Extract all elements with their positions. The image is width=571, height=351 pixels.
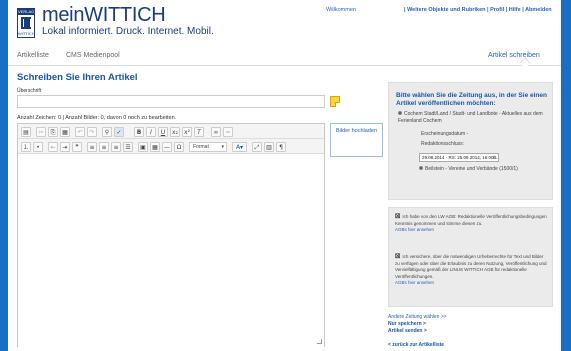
horizontal-rule-icon[interactable]: —	[162, 142, 172, 152]
nav-item-artikelliste[interactable]: Artikelliste	[17, 52, 49, 59]
save-only-link[interactable]: Nur speichern >	[388, 321, 426, 327]
title-label: Überschrift	[17, 88, 42, 94]
copy-icon[interactable]: ⎘	[48, 127, 58, 137]
terms-panel: ☒ Ich habe von den LW AGB: Redaktionelle …	[388, 207, 553, 307]
outdent-icon[interactable]: ⇤	[48, 142, 58, 152]
newspaper-prompt: Bitte wählen Sie die Zeitung aus, in der…	[396, 92, 547, 107]
image-icon[interactable]: ▣	[138, 142, 148, 152]
subscript-icon[interactable]: x₂	[170, 127, 180, 137]
newspaper-option-cochem[interactable]: Cochem Stadt/Land / Stadt- und Landbote …	[398, 111, 548, 125]
numbered-list-icon[interactable]: ⒈	[21, 142, 31, 152]
checkbox-checked-icon[interactable]: ☒	[395, 254, 400, 260]
logo-bottom-text: WITTICH	[18, 31, 35, 36]
align-center-icon[interactable]: ≡	[99, 142, 109, 152]
agb-checkbox-row[interactable]: ☒ Ich habe von den LW AGB: Redaktionelle …	[395, 214, 547, 234]
text-color-icon[interactable]: A▾	[232, 142, 247, 152]
active-tab-pointer	[519, 57, 531, 69]
blockquote-icon[interactable]: ❞	[72, 142, 82, 152]
title-input[interactable]	[17, 95, 325, 108]
spellcheck-icon[interactable]: ✓	[114, 127, 124, 137]
top-links[interactable]: | Weitere Objekte und Rubriken | Profil …	[404, 7, 552, 13]
page: VERLAG WITTICH meinWITTICH Lokal informi…	[8, 0, 561, 351]
newspaper-option-beilstein[interactable]: Beilstein - Vereine und Verbände (1500/1…	[419, 166, 518, 173]
underline-icon[interactable]: U	[158, 127, 168, 137]
source-icon[interactable]: ▤	[21, 127, 31, 137]
editor-toolbar-row-2: ⒈ • ⇤ ⇥ ❞ ≡ ≡ ≡ ☰ ▣ ▦ — Ω Format ▾ A▾ ⤢ ▥…	[18, 139, 324, 154]
unlink-icon[interactable]: ≈	[223, 127, 233, 137]
justify-icon[interactable]: ☰	[123, 142, 133, 152]
rights-agb-link[interactable]: AGBs hier ansehen	[395, 280, 434, 285]
align-right-icon[interactable]: ≡	[111, 142, 121, 152]
brand-name[interactable]: meinWITTICH	[42, 4, 166, 26]
link-icon[interactable]: ∞	[211, 127, 221, 137]
indent-icon[interactable]: ⇥	[60, 142, 70, 152]
logo-top-text: VERLAG	[18, 9, 35, 15]
rights-checkbox-row[interactable]: ☒ Ich versichere, über die notwendigen Ur…	[395, 254, 547, 287]
newspaper-option-cochem-label: Cochem Stadt/Land / Stadt- und Landbote …	[398, 111, 543, 124]
superscript-icon[interactable]: x²	[182, 127, 192, 137]
bold-icon[interactable]: B	[134, 127, 144, 137]
chevron-down-icon: ⇕	[492, 155, 496, 160]
remove-format-icon[interactable]: T	[194, 127, 204, 137]
tagline: Lokal informiert. Druck. Internet. Mobil…	[42, 26, 214, 37]
release-date-label: Erscheinungsdatum -	[421, 131, 469, 137]
format-select[interactable]: Format ▾	[189, 142, 227, 152]
nav-item-cms-medienpool[interactable]: CMS Medienpool	[66, 52, 120, 59]
verlag-wittich-logo[interactable]: VERLAG WITTICH	[17, 8, 35, 38]
deadline-label: Redaktionsschluss:	[421, 141, 465, 147]
agb-text: Ich habe von den LW AGB: Redaktionelle V…	[395, 214, 547, 226]
table-icon[interactable]: ▦	[150, 142, 160, 152]
header: VERLAG WITTICH meinWITTICH Lokal informi…	[8, 0, 561, 44]
resize-handle-icon[interactable]	[317, 339, 322, 344]
newspaper-selection-panel: Bitte wählen Sie die Zeitung aus, in der…	[388, 82, 553, 200]
back-to-list-link[interactable]: < zurück zur Artikelliste	[388, 342, 444, 348]
radio-selected-icon[interactable]	[398, 111, 402, 115]
sticky-note-icon[interactable]	[330, 96, 340, 107]
paste-icon[interactable]: ▦	[60, 127, 70, 137]
date-select-value: 29.08.2014 - RS: 25.08.2014, 16:00 L	[422, 155, 498, 160]
paragraph-icon[interactable]: ¶	[276, 142, 286, 152]
chevron-down-icon: ▾	[221, 144, 224, 150]
redo-icon[interactable]: ↷	[87, 127, 97, 137]
agb-link[interactable]: AGBs hier ansehen	[395, 227, 434, 232]
nav-bar: Artikelliste CMS Medienpool Artikel schr…	[8, 46, 561, 69]
bullet-list-icon[interactable]: •	[33, 142, 43, 152]
upload-images-button[interactable]: Bilder hochladen	[330, 123, 383, 157]
logo-mark	[21, 17, 31, 29]
rights-text: Ich versichere, über die notwendigen Urh…	[395, 254, 547, 279]
special-char-icon[interactable]: Ω	[174, 142, 184, 152]
page-title: Schreiben Sie Ihren Artikel	[17, 72, 138, 83]
nav-item-artikel-schreiben[interactable]: Artikel schreiben	[488, 52, 540, 59]
newspaper-option-beilstein-label: Beilstein - Vereine und Verbände (1500/1…	[425, 166, 518, 172]
send-article-link[interactable]: Artikel senden >	[388, 328, 427, 334]
editor-toolbar-row-1: ▤ ✂ ⎘ ▦ ↶ ↷ ⚲ ✓ B I U x₂ x² T ∞ ≈	[18, 124, 324, 139]
cut-icon[interactable]: ✂	[36, 127, 46, 137]
maximize-icon[interactable]: ⤢	[252, 142, 262, 152]
welcome-text: Willkommen	[326, 7, 356, 13]
show-blocks-icon[interactable]: ▥	[264, 142, 274, 152]
rich-text-editor: ▤ ✂ ⎘ ▦ ↶ ↷ ⚲ ✓ B I U x₂ x² T ∞ ≈ ⒈ • ⇤ …	[17, 123, 325, 347]
checkbox-checked-icon[interactable]: ☒	[395, 214, 400, 220]
align-left-icon[interactable]: ≡	[87, 142, 97, 152]
format-select-label: Format	[193, 144, 209, 150]
radio-selected-icon[interactable]	[419, 166, 423, 170]
choose-other-newspaper-link[interactable]: Andere Zeitung wählen >>	[388, 314, 447, 320]
date-select[interactable]: 29.08.2014 - RS: 25.08.2014, 16:00 L ⇕	[419, 153, 499, 162]
character-counter: Anzahl Zeichen: 0 | Anzahl Bilder: 0, da…	[17, 115, 177, 121]
find-icon[interactable]: ⚲	[102, 127, 112, 137]
italic-icon[interactable]: I	[146, 127, 156, 137]
undo-icon[interactable]: ↶	[75, 127, 85, 137]
editor-content-area[interactable]	[18, 154, 324, 347]
